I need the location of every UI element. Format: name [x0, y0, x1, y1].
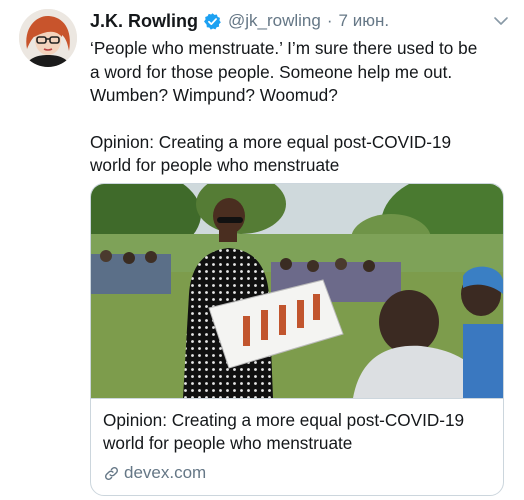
tweet-timestamp[interactable]: 7 июн.: [339, 11, 390, 31]
tweet-text-paragraph-2: Opinion: Creating a more equal post-COVI…: [90, 131, 452, 176]
avatar[interactable]: [19, 9, 77, 67]
author-handle[interactable]: @jk_rowling: [228, 11, 321, 31]
tweet-header: J.K. Rowling @jk_rowling · 7 июн.: [90, 8, 510, 34]
separator-dot: ·: [326, 11, 333, 30]
link-preview-card[interactable]: Opinion: Creating a more equal post-COVI…: [90, 183, 504, 496]
card-domain[interactable]: devex.com: [103, 463, 206, 483]
tweet-text: ‘People who menstruate.’ I’m sure there …: [90, 37, 510, 178]
card-image[interactable]: [91, 184, 503, 398]
verified-badge-icon: [203, 12, 222, 31]
tweet-text-paragraph-1: ‘People who menstruate.’ I’m sure there …: [90, 38, 478, 105]
author-name[interactable]: J.K. Rowling: [90, 11, 198, 32]
tweet[interactable]: J.K. Rowling @jk_rowling · 7 июн. ‘Peopl…: [0, 0, 524, 500]
chevron-down-icon[interactable]: [492, 12, 510, 30]
card-title[interactable]: Opinion: Creating a more equal post-COVI…: [103, 409, 495, 455]
card-body[interactable]: Opinion: Creating a more equal post-COVI…: [91, 398, 503, 495]
card-title-text[interactable]: Opinion: Creating a more equal post-COVI…: [103, 410, 464, 453]
link-icon: [105, 466, 118, 480]
card-domain-text[interactable]: devex.com: [124, 463, 206, 483]
